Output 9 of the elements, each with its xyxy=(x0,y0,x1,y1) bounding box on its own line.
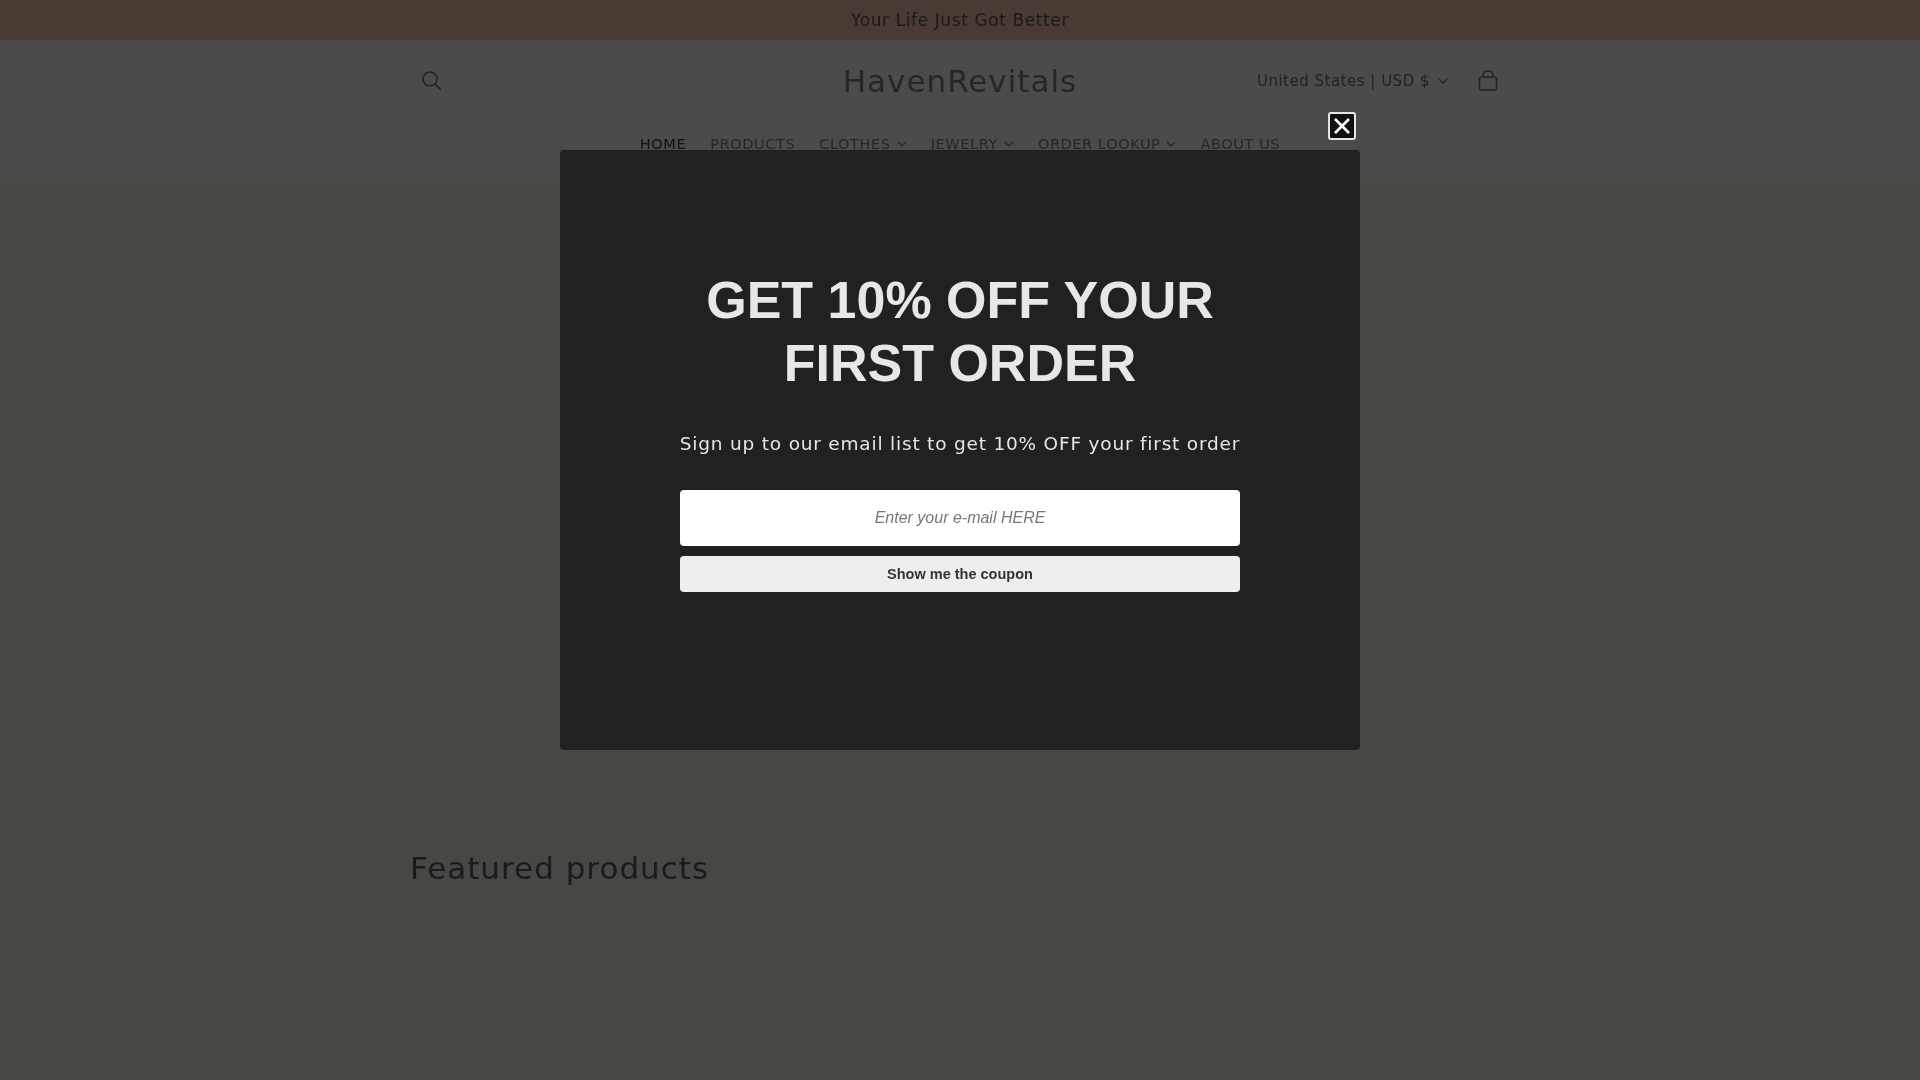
coupon-button[interactable]: Show me the coupon xyxy=(680,555,1240,592)
caret-icon xyxy=(1003,141,1014,147)
caret-icon xyxy=(1438,78,1448,84)
close-icon[interactable] xyxy=(1328,112,1356,140)
popup-title: GET 10% OFF YOUR FIRST ORDER xyxy=(705,269,1215,394)
caret-icon xyxy=(1166,141,1177,147)
popup-subtitle: Sign up to our email list to get 10% OFF your first order xyxy=(679,432,1241,454)
caret-icon xyxy=(896,141,907,147)
email-field[interactable]: Enter your e-mail HERE xyxy=(680,489,1240,546)
